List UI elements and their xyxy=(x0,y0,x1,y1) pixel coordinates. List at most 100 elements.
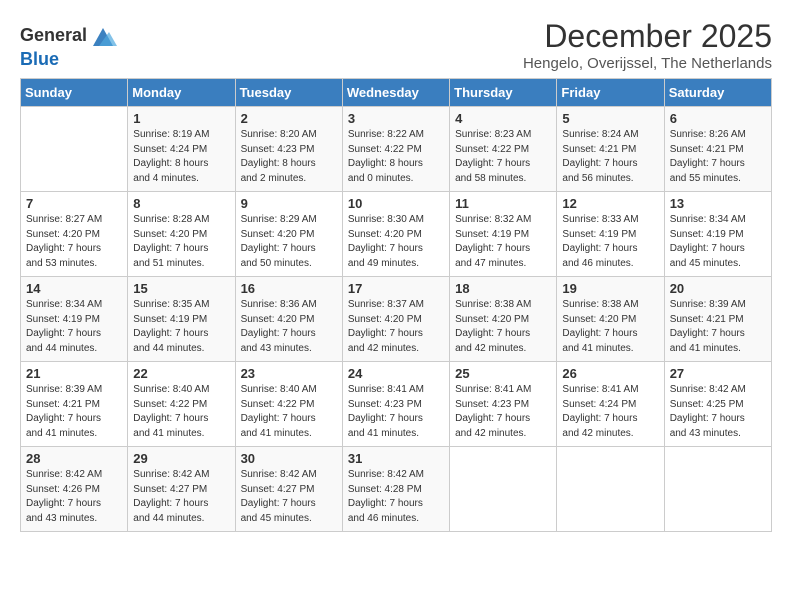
calendar-cell xyxy=(21,107,128,192)
cell-info: Sunrise: 8:22 AMSunset: 4:22 PMDaylight:… xyxy=(348,128,444,186)
header-cell-friday: Friday xyxy=(557,79,664,107)
day-number: 9 xyxy=(241,196,337,211)
logo: General Blue xyxy=(20,22,117,70)
cell-info: Sunrise: 8:39 AMSunset: 4:21 PMDaylight:… xyxy=(670,298,766,356)
cell-info: Sunrise: 8:23 AMSunset: 4:22 PMDaylight:… xyxy=(455,128,551,186)
day-number: 2 xyxy=(241,111,337,126)
calendar-cell: 25Sunrise: 8:41 AMSunset: 4:23 PMDayligh… xyxy=(450,362,557,447)
day-number: 21 xyxy=(26,366,122,381)
calendar-cell: 9 Sunrise: 8:29 AMSunset: 4:20 PMDaylight… xyxy=(235,192,342,277)
cell-info: Sunrise: 8:28 AMSunset: 4:20 PMDaylight:… xyxy=(133,213,229,271)
header-cell-sunday: Sunday xyxy=(21,79,128,107)
cell-info: Sunrise: 8:41 AMSunset: 4:24 PMDaylight:… xyxy=(562,383,658,441)
calendar-cell: 3Sunrise: 8:22 AMSunset: 4:22 PMDaylight… xyxy=(342,107,449,192)
cell-info: Sunrise: 8:41 AMSunset: 4:23 PMDaylight:… xyxy=(348,383,444,441)
month-title: December 2025 xyxy=(523,18,772,55)
calendar-cell: 18 Sunrise: 8:38 AMSunset: 4:20 PMDayligh… xyxy=(450,277,557,362)
cell-info: Sunrise: 8:29 AMSunset: 4:20 PMDaylight:… xyxy=(241,213,337,271)
calendar-cell: 30Sunrise: 8:42 AMSunset: 4:27 PMDayligh… xyxy=(235,447,342,532)
calendar-cell xyxy=(664,447,771,532)
calendar-cell: 24 Sunrise: 8:41 AMSunset: 4:23 PMDayligh… xyxy=(342,362,449,447)
calendar-week-row: 21 Sunrise: 8:39 AMSunset: 4:21 PMDayligh… xyxy=(21,362,772,447)
calendar-body: 1 Sunrise: 8:19 AMSunset: 4:24 PMDaylight… xyxy=(21,107,772,532)
day-number: 31 xyxy=(348,451,444,466)
logo-blue: Blue xyxy=(20,49,59,69)
calendar-cell xyxy=(450,447,557,532)
day-number: 24 xyxy=(348,366,444,381)
day-number: 4 xyxy=(455,111,551,126)
cell-info: Sunrise: 8:42 AMSunset: 4:27 PMDaylight:… xyxy=(133,468,229,526)
cell-info: Sunrise: 8:20 AMSunset: 4:23 PMDaylight:… xyxy=(241,128,337,186)
calendar-cell: 17Sunrise: 8:37 AMSunset: 4:20 PMDayligh… xyxy=(342,277,449,362)
day-number: 19 xyxy=(562,281,658,296)
header-cell-wednesday: Wednesday xyxy=(342,79,449,107)
cell-info: Sunrise: 8:34 AMSunset: 4:19 PMDaylight:… xyxy=(26,298,122,356)
calendar-cell: 8 Sunrise: 8:28 AMSunset: 4:20 PMDaylight… xyxy=(128,192,235,277)
calendar-cell: 13Sunrise: 8:34 AMSunset: 4:19 PMDayligh… xyxy=(664,192,771,277)
cell-info: Sunrise: 8:42 AMSunset: 4:26 PMDaylight:… xyxy=(26,468,122,526)
cell-info: Sunrise: 8:24 AMSunset: 4:21 PMDaylight:… xyxy=(562,128,658,186)
header-cell-monday: Monday xyxy=(128,79,235,107)
day-number: 11 xyxy=(455,196,551,211)
cell-info: Sunrise: 8:33 AMSunset: 4:19 PMDaylight:… xyxy=(562,213,658,271)
day-number: 28 xyxy=(26,451,122,466)
cell-info: Sunrise: 8:36 AMSunset: 4:20 PMDaylight:… xyxy=(241,298,337,356)
day-number: 29 xyxy=(133,451,229,466)
title-area: December 2025 Hengelo, Overijssel, The N… xyxy=(523,18,772,72)
calendar-cell: 14Sunrise: 8:34 AMSunset: 4:19 PMDayligh… xyxy=(21,277,128,362)
calendar-cell: 21 Sunrise: 8:39 AMSunset: 4:21 PMDayligh… xyxy=(21,362,128,447)
day-number: 7 xyxy=(26,196,122,211)
calendar-cell: 31 Sunrise: 8:42 AMSunset: 4:28 PMDayligh… xyxy=(342,447,449,532)
day-number: 26 xyxy=(562,366,658,381)
day-number: 27 xyxy=(670,366,766,381)
cell-info: Sunrise: 8:38 AMSunset: 4:20 PMDaylight:… xyxy=(455,298,551,356)
location-title: Hengelo, Overijssel, The Netherlands xyxy=(523,55,772,72)
cell-info: Sunrise: 8:42 AMSunset: 4:28 PMDaylight:… xyxy=(348,468,444,526)
logo-general: General xyxy=(20,26,87,46)
cell-info: Sunrise: 8:40 AMSunset: 4:22 PMDaylight:… xyxy=(133,383,229,441)
calendar-cell: 19 Sunrise: 8:38 AMSunset: 4:20 PMDayligh… xyxy=(557,277,664,362)
header: General Blue December 2025 Hengelo, Over… xyxy=(20,18,772,72)
cell-info: Sunrise: 8:39 AMSunset: 4:21 PMDaylight:… xyxy=(26,383,122,441)
calendar-cell: 7 Sunrise: 8:27 AMSunset: 4:20 PMDaylight… xyxy=(21,192,128,277)
cell-info: Sunrise: 8:19 AMSunset: 4:24 PMDaylight:… xyxy=(133,128,229,186)
calendar-cell: 11Sunrise: 8:32 AMSunset: 4:19 PMDayligh… xyxy=(450,192,557,277)
calendar-cell: 2 Sunrise: 8:20 AMSunset: 4:23 PMDaylight… xyxy=(235,107,342,192)
day-number: 8 xyxy=(133,196,229,211)
cell-info: Sunrise: 8:40 AMSunset: 4:22 PMDaylight:… xyxy=(241,383,337,441)
calendar-cell: 22 Sunrise: 8:40 AMSunset: 4:22 PMDayligh… xyxy=(128,362,235,447)
day-number: 6 xyxy=(670,111,766,126)
cell-info: Sunrise: 8:38 AMSunset: 4:20 PMDaylight:… xyxy=(562,298,658,356)
cell-info: Sunrise: 8:27 AMSunset: 4:20 PMDaylight:… xyxy=(26,213,122,271)
day-number: 18 xyxy=(455,281,551,296)
cell-info: Sunrise: 8:41 AMSunset: 4:23 PMDaylight:… xyxy=(455,383,551,441)
calendar-cell: 6 Sunrise: 8:26 AMSunset: 4:21 PMDaylight… xyxy=(664,107,771,192)
day-number: 12 xyxy=(562,196,658,211)
cell-info: Sunrise: 8:30 AMSunset: 4:20 PMDaylight:… xyxy=(348,213,444,271)
day-number: 13 xyxy=(670,196,766,211)
day-number: 22 xyxy=(133,366,229,381)
calendar-week-row: 1 Sunrise: 8:19 AMSunset: 4:24 PMDaylight… xyxy=(21,107,772,192)
calendar-cell: 16 Sunrise: 8:36 AMSunset: 4:20 PMDayligh… xyxy=(235,277,342,362)
logo-icon xyxy=(89,22,117,50)
calendar-cell xyxy=(557,447,664,532)
cell-info: Sunrise: 8:35 AMSunset: 4:19 PMDaylight:… xyxy=(133,298,229,356)
day-number: 30 xyxy=(241,451,337,466)
header-cell-thursday: Thursday xyxy=(450,79,557,107)
calendar-cell: 1 Sunrise: 8:19 AMSunset: 4:24 PMDaylight… xyxy=(128,107,235,192)
day-number: 1 xyxy=(133,111,229,126)
calendar-week-row: 28 Sunrise: 8:42 AMSunset: 4:26 PMDayligh… xyxy=(21,447,772,532)
calendar-cell: 15 Sunrise: 8:35 AMSunset: 4:19 PMDayligh… xyxy=(128,277,235,362)
calendar-cell: 20Sunrise: 8:39 AMSunset: 4:21 PMDayligh… xyxy=(664,277,771,362)
calendar-cell: 27Sunrise: 8:42 AMSunset: 4:25 PMDayligh… xyxy=(664,362,771,447)
cell-info: Sunrise: 8:26 AMSunset: 4:21 PMDaylight:… xyxy=(670,128,766,186)
day-number: 16 xyxy=(241,281,337,296)
day-number: 17 xyxy=(348,281,444,296)
calendar-header-row: SundayMondayTuesdayWednesdayThursdayFrid… xyxy=(21,79,772,107)
day-number: 15 xyxy=(133,281,229,296)
calendar-cell: 29 Sunrise: 8:42 AMSunset: 4:27 PMDayligh… xyxy=(128,447,235,532)
calendar-week-row: 14Sunrise: 8:34 AMSunset: 4:19 PMDayligh… xyxy=(21,277,772,362)
calendar-cell: 4 Sunrise: 8:23 AMSunset: 4:22 PMDaylight… xyxy=(450,107,557,192)
day-number: 23 xyxy=(241,366,337,381)
calendar-table: SundayMondayTuesdayWednesdayThursdayFrid… xyxy=(20,78,772,532)
